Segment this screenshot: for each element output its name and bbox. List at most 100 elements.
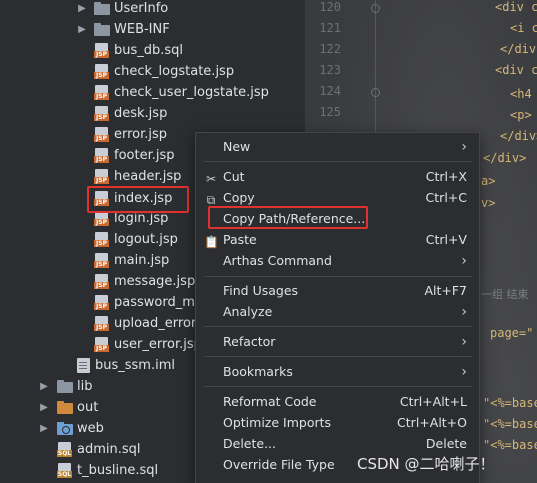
- tree-item-label: error.jsp: [114, 127, 168, 142]
- fold-guide: [375, 0, 376, 140]
- tree-file-bus-ssm-iml[interactable]: bus_ssm.iml: [0, 355, 200, 376]
- chevron-right-icon[interactable]: ▶: [76, 19, 88, 40]
- menu-item-delete[interactable]: Delete... Delete: [196, 434, 479, 454]
- tree-folder-web-inf[interactable]: ▶ WEB-INF: [0, 19, 200, 40]
- tree-item-label: t_busline.sql: [77, 463, 159, 478]
- code-comment: 一组 结束: [481, 288, 529, 301]
- chevron-right-icon: ›: [461, 334, 467, 350]
- tree-file-main[interactable]: JSP main.jsp: [0, 250, 200, 271]
- menu-item-copy[interactable]: ⧉ Copy Ctrl+C: [196, 188, 479, 208]
- code-line: </div: [500, 42, 537, 56]
- tree-file-check-logstate[interactable]: JSP check_logstate.jsp: [0, 61, 234, 82]
- menu-item-new[interactable]: New ›: [196, 137, 479, 157]
- tree-file-message[interactable]: JSP message.jsp: [0, 271, 200, 292]
- code-line: </div>: [483, 151, 527, 165]
- tree-item-label: main.jsp: [114, 253, 170, 268]
- code-line: "<%=base: [483, 396, 537, 410]
- code-line: "<%=base: [483, 417, 537, 431]
- folder-icon: [57, 401, 73, 414]
- menu-item-bookmarks[interactable]: Bookmarks ›: [196, 362, 479, 382]
- line-number: 122: [319, 42, 341, 56]
- menu-separator: [204, 326, 472, 327]
- tree-item-label: check_user_logstate.jsp: [114, 85, 269, 100]
- jsp-file-icon: JSP: [94, 232, 110, 247]
- menu-item-paste[interactable]: 📋 Paste Ctrl+V: [196, 230, 479, 250]
- chevron-right-icon[interactable]: ▶: [38, 397, 50, 418]
- tree-item-label: web: [77, 421, 104, 436]
- chevron-right-icon[interactable]: ▶: [38, 376, 50, 397]
- ide-window: ▶ UserInfo ▶ WEB-INF JSP bus_db.sql JSP …: [0, 0, 537, 483]
- menu-separator: [204, 276, 472, 277]
- menu-item-reformat-code[interactable]: Reformat Code Ctrl+Alt+L: [196, 392, 479, 412]
- jsp-file-icon: JSP: [94, 169, 110, 184]
- tree-item-label: header.jsp: [114, 169, 182, 184]
- code-line: <div c: [495, 0, 537, 14]
- tree-item-label: bus_ssm.iml: [95, 358, 175, 373]
- tree-file-user-error[interactable]: JSP user_error.jsp: [0, 334, 202, 355]
- context-menu: New › ✂ Cut Ctrl+X ⧉ Copy Ctrl+C Copy Pa…: [195, 132, 480, 483]
- fold-marker-icon[interactable]: [371, 88, 380, 97]
- menu-separator: [204, 386, 472, 387]
- sql-file-icon: SQL: [57, 442, 73, 457]
- chevron-right-icon[interactable]: ▶: [38, 418, 50, 439]
- jsp-file-icon: JSP: [94, 85, 110, 100]
- tree-file-t-busline-sql[interactable]: SQL t_busline.sql: [0, 460, 200, 481]
- menu-item-arthas-command[interactable]: Arthas Command ›: [196, 251, 479, 271]
- code-line: v>: [481, 196, 496, 210]
- code-line: <div c: [495, 63, 537, 77]
- chevron-right-icon: ›: [461, 364, 467, 380]
- menu-item-cut[interactable]: ✂ Cut Ctrl+X: [196, 167, 479, 187]
- tree-item-label: logout.jsp: [114, 232, 178, 247]
- chevron-right-icon: ›: [461, 253, 467, 269]
- menu-item-optimize-imports[interactable]: Optimize Imports Ctrl+Alt+O: [196, 413, 479, 433]
- tree-item-label: WEB-INF: [114, 22, 170, 37]
- menu-selection-highlight: [208, 206, 368, 229]
- tree-file-header[interactable]: JSP header.jsp: [0, 166, 200, 187]
- jsp-file-icon: JSP: [94, 148, 110, 163]
- tree-file-bus-db-sql[interactable]: JSP bus_db.sql: [0, 40, 200, 61]
- watermark: CSDN @二哈喇子！: [357, 455, 495, 473]
- tree-file-footer[interactable]: JSP footer.jsp: [0, 145, 200, 166]
- tree-folder-userinfo[interactable]: ▶ UserInfo: [0, 0, 200, 19]
- tree-item-label: out: [77, 400, 99, 415]
- fold-marker-icon[interactable]: [371, 4, 380, 13]
- code-line: "<%=base: [483, 438, 537, 452]
- code-line: page=": [490, 326, 534, 340]
- tree-item-label: lib: [77, 379, 93, 394]
- folder-icon: [94, 2, 110, 15]
- code-line: <i c: [510, 21, 537, 35]
- tree-item-label: message.jsp: [114, 274, 196, 289]
- tree-file-upload-error[interactable]: JSP upload_error: [0, 313, 200, 334]
- tree-file-error[interactable]: JSP error.jsp: [0, 124, 200, 145]
- code-line: a>: [481, 174, 496, 188]
- selection-highlight: [87, 186, 189, 213]
- tree-file-password[interactable]: JSP password_mo: [0, 292, 203, 313]
- code-line: <p>: [510, 108, 532, 122]
- jsp-file-icon: JSP: [94, 64, 110, 79]
- tree-file-admin-sql[interactable]: SQL admin.sql: [0, 439, 200, 460]
- tree-folder-out[interactable]: ▶ out: [0, 397, 200, 418]
- tree-file-logout[interactable]: JSP logout.jsp: [0, 229, 200, 250]
- tree-folder-lib[interactable]: ▶ lib: [0, 376, 200, 397]
- tree-item-label: admin.sql: [77, 442, 141, 457]
- folder-icon: [94, 23, 110, 36]
- tree-file-check-user-logstate[interactable]: JSP check_user_logstate.jsp: [0, 82, 269, 103]
- jsp-file-icon: JSP: [94, 337, 110, 352]
- jsp-file-icon: JSP: [94, 43, 110, 58]
- tree-folder-web[interactable]: ▶ web: [0, 418, 200, 439]
- line-number: 124: [319, 84, 341, 98]
- tree-item-label: desk.jsp: [114, 106, 168, 121]
- scissors-icon: ✂: [205, 172, 217, 186]
- menu-item-refactor[interactable]: Refactor ›: [196, 332, 479, 352]
- menu-item-find-usages[interactable]: Find Usages Alt+F7: [196, 281, 479, 301]
- web-folder-icon: [57, 422, 73, 435]
- jsp-file-icon: JSP: [94, 316, 110, 331]
- jsp-file-icon: JSP: [94, 211, 110, 226]
- menu-item-analyze[interactable]: Analyze ›: [196, 302, 479, 322]
- jsp-file-icon: JSP: [94, 253, 110, 268]
- chevron-right-icon[interactable]: ▶: [76, 0, 88, 19]
- chevron-right-icon: ›: [461, 139, 467, 155]
- tree-file-desk[interactable]: JSP desk.jsp: [0, 103, 200, 124]
- tree-item-label: check_logstate.jsp: [114, 64, 235, 79]
- jsp-file-icon: JSP: [94, 295, 110, 310]
